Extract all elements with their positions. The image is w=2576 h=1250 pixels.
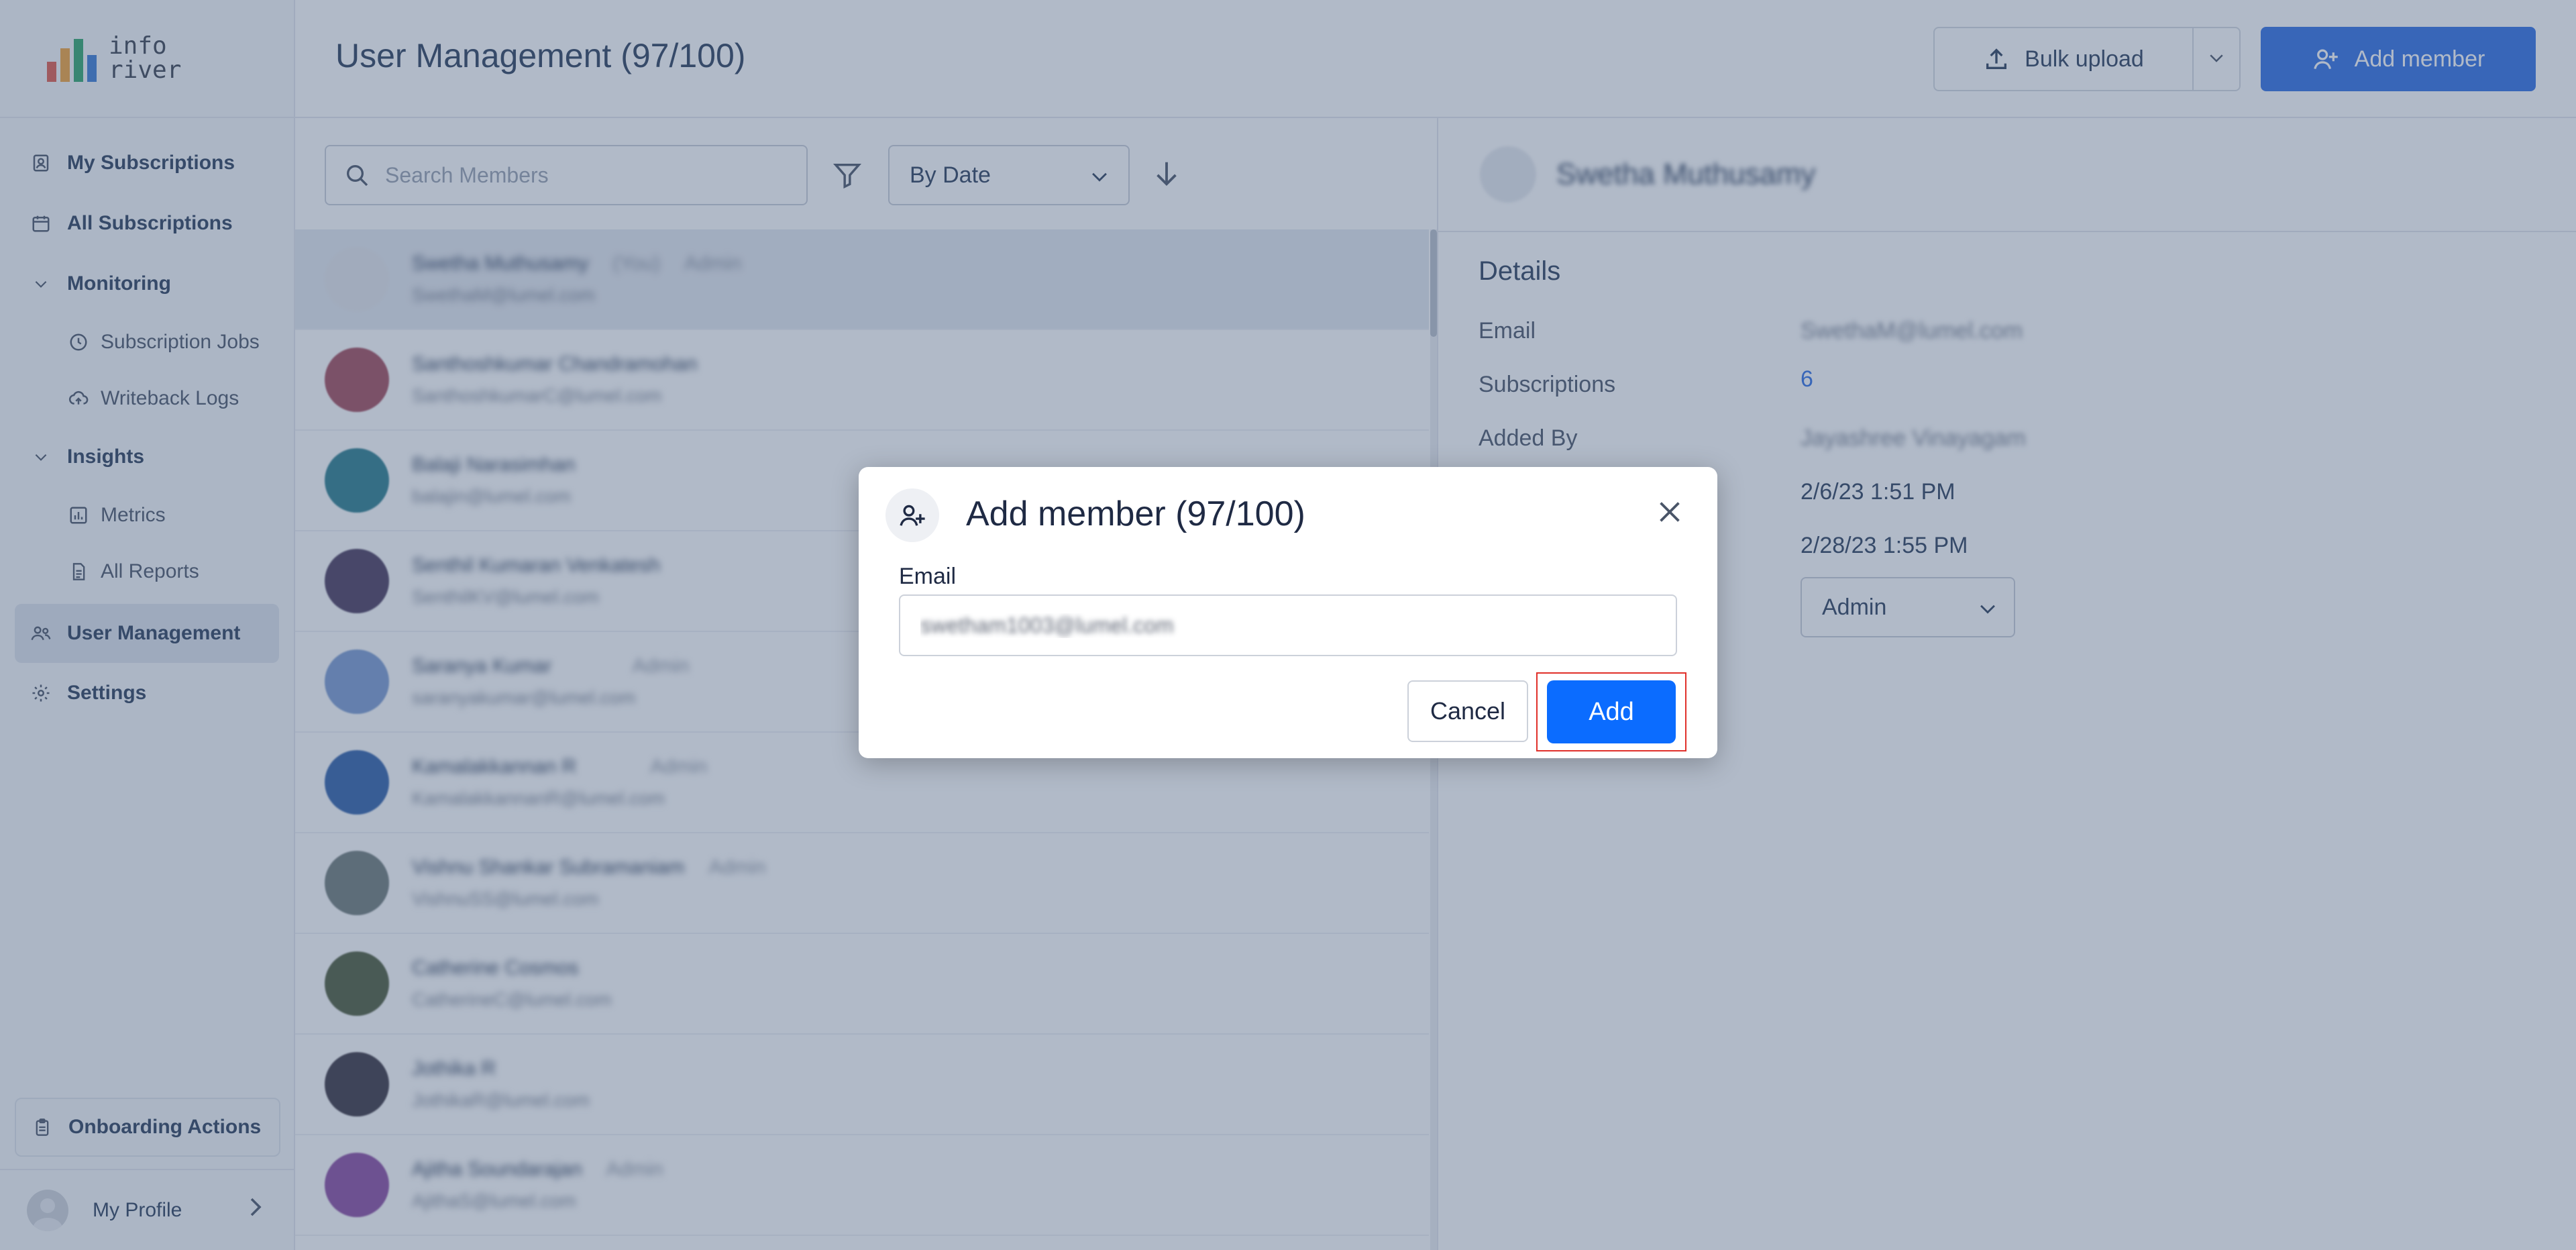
- cancel-button[interactable]: Cancel: [1407, 680, 1528, 742]
- add-member-dialog: Add member (97/100) Email Cancel Add: [859, 467, 1717, 758]
- dialog-title: Add member (97/100): [966, 494, 1305, 533]
- add-user-icon: [885, 488, 939, 542]
- email-field[interactable]: [899, 594, 1677, 656]
- close-icon[interactable]: [1654, 497, 1685, 531]
- add-button[interactable]: Add: [1547, 680, 1676, 743]
- email-field-label: Email: [899, 564, 957, 589]
